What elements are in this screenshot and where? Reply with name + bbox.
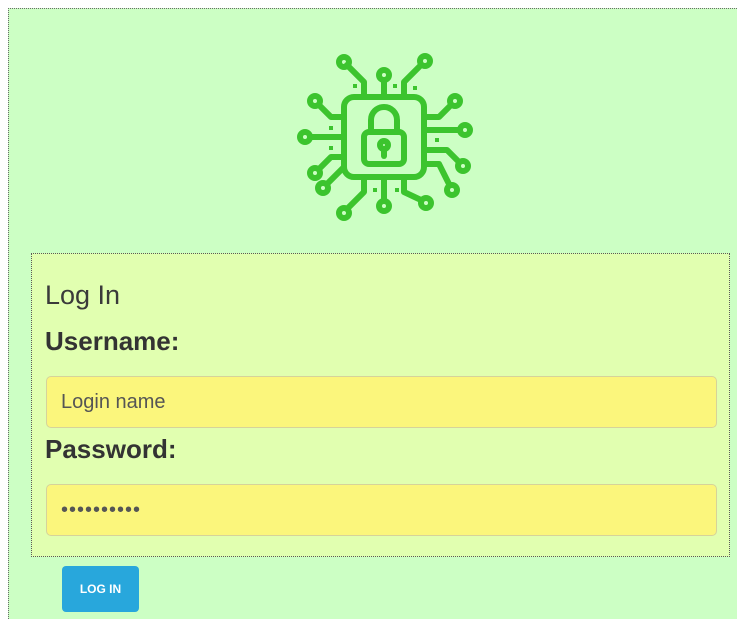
username-label: Username:	[45, 326, 180, 356]
username-input[interactable]	[46, 376, 717, 428]
password-input[interactable]	[46, 484, 717, 536]
login-button[interactable]: LOG IN	[62, 566, 139, 612]
login-page: Log In Username: Password: LOG IN	[8, 8, 737, 619]
login-panel: Log In Username: Password:	[31, 253, 730, 557]
login-title: Log In	[45, 280, 121, 310]
chip-lock-icon	[297, 53, 473, 221]
password-label: Password:	[45, 434, 177, 464]
